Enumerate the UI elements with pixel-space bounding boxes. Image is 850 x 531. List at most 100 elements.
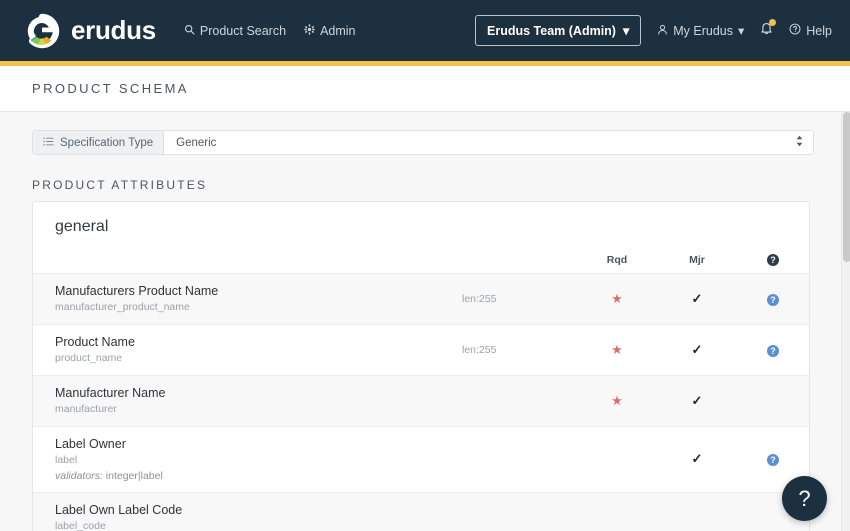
- attribute-info-cell: ?: [737, 324, 809, 375]
- attribute-label: Label Owner: [55, 436, 126, 451]
- attribute-label: Product Name: [55, 334, 135, 349]
- column-header-info: ?: [737, 248, 809, 274]
- attribute-major-cell: [657, 493, 737, 531]
- attribute-name-cell: Manufacturer Name manufacturer: [33, 375, 462, 426]
- attribute-required-cell: ★: [577, 274, 657, 325]
- column-header-mjr: Mjr: [657, 248, 737, 274]
- page-root: erudus Product Search Admin Erudus Team …: [0, 0, 850, 531]
- floating-help-button[interactable]: ?: [782, 476, 827, 521]
- check-icon: ✓: [691, 392, 703, 408]
- erudus-circle-logo-icon: [24, 13, 60, 49]
- nav-product-search-label: Product Search: [199, 23, 287, 38]
- validators-value: integer|label: [102, 469, 163, 482]
- attributes-table: Rqd Mjr ? Manufacturers Product Name manu…: [33, 248, 809, 531]
- team-switcher-label: Erudus Team (Admin): [487, 23, 616, 38]
- my-erudus-menu[interactable]: My Erudus ▾: [657, 23, 744, 38]
- table-row[interactable]: Manufacturers Product Name manufacturer_p…: [33, 273, 809, 325]
- chevron-down-icon: ▾: [622, 24, 630, 38]
- page-title-band: PRODUCT SCHEMA: [0, 66, 850, 112]
- attributes-table-body: Manufacturers Product Name manufacturer_p…: [33, 273, 809, 531]
- star-icon: ★: [611, 290, 623, 306]
- attribute-major-cell: ✓: [657, 274, 737, 325]
- help-menu[interactable]: Help: [789, 23, 832, 38]
- question-circle-icon[interactable]: ?: [767, 454, 779, 467]
- attribute-name-cell: Label Own Label Code label_code: [33, 493, 462, 531]
- attribute-length: [462, 426, 577, 493]
- attributes-table-head: Rqd Mjr ?: [33, 248, 809, 274]
- user-icon: [657, 24, 668, 38]
- check-icon: ✓: [691, 341, 703, 357]
- attribute-length: [462, 493, 577, 531]
- nav-right-group: Erudus Team (Admin) ▾ My Erudus ▾ Help: [475, 15, 832, 46]
- specification-type-label: Specification Type: [60, 136, 154, 149]
- gear-icon: [304, 23, 315, 38]
- table-row[interactable]: Label Owner label validators: integer|labe…: [33, 426, 809, 493]
- attribute-label: Manufacturers Product Name: [55, 284, 219, 298]
- attribute-name-cell: Product Name product_name: [33, 324, 462, 375]
- attribute-required-cell: [577, 493, 657, 531]
- attribute-info-cell: ?: [737, 274, 809, 325]
- specification-type-value: Generic: [176, 136, 217, 149]
- top-navigation-bar: erudus Product Search Admin Erudus Team …: [0, 0, 850, 61]
- attribute-length: len:255: [462, 343, 497, 356]
- specification-type-select[interactable]: Generic: [164, 131, 813, 154]
- main-content: Specification Type Generic PRODUCT ATTRI…: [0, 130, 850, 531]
- question-circle-icon[interactable]: ?: [767, 293, 779, 306]
- page-scrollbar[interactable]: [841, 112, 850, 531]
- attribute-name-cell: Label Owner label validators: integer|labe…: [33, 426, 462, 493]
- question-circle-icon: [789, 23, 801, 38]
- brand-name: erudus: [71, 15, 156, 45]
- product-attributes-card: general Rqd Mjr ? Manufacturers Product …: [32, 201, 810, 531]
- table-row[interactable]: Product Name product_name len:255 ★ ✓?: [33, 324, 809, 376]
- nav-product-search[interactable]: Product Search: [184, 24, 286, 38]
- question-circle-icon[interactable]: ?: [767, 344, 779, 357]
- section-label-product-attributes: PRODUCT ATTRIBUTES: [32, 178, 208, 192]
- attribute-info-cell: [737, 375, 809, 426]
- column-header-len: [462, 248, 577, 274]
- attribute-key: label: [55, 453, 78, 466]
- card-title: general: [55, 218, 109, 235]
- chevron-down-icon: ▾: [738, 24, 745, 38]
- attribute-key: manufacturer_product_name: [55, 301, 190, 314]
- star-icon: ★: [611, 341, 623, 357]
- attribute-length: [462, 375, 577, 426]
- list-icon: [43, 136, 54, 150]
- table-row[interactable]: Manufacturer Name manufacturer ★ ✓: [33, 375, 809, 427]
- attribute-label: Label Own Label Code: [55, 503, 183, 518]
- attribute-name-cell: Manufacturers Product Name manufacturer_p…: [33, 274, 462, 325]
- select-updown-chevron-icon: [795, 134, 804, 151]
- column-header-name: [33, 248, 462, 274]
- check-icon: ✓: [691, 451, 703, 467]
- star-icon: ★: [611, 392, 623, 408]
- search-icon: [184, 24, 195, 38]
- attribute-required-cell: ★: [577, 375, 657, 426]
- nav-admin-label: Admin: [320, 23, 356, 38]
- team-switcher-button[interactable]: Erudus Team (Admin) ▾: [475, 15, 642, 46]
- question-circle-icon[interactable]: ?: [767, 254, 779, 266]
- attribute-length: len:255: [462, 292, 497, 305]
- primary-nav: Product Search Admin: [184, 24, 356, 38]
- question-mark-icon: ?: [798, 485, 811, 511]
- attribute-major-cell: ✓: [657, 324, 737, 375]
- attribute-key: label_code: [55, 520, 106, 531]
- page-scrollbar-thumb[interactable]: [843, 112, 850, 262]
- specification-type-label-group: Specification Type: [33, 131, 165, 154]
- attribute-required-cell: [577, 426, 657, 493]
- notifications-button[interactable]: [760, 19, 777, 40]
- table-row[interactable]: Label Own Label Code label_code: [33, 492, 809, 531]
- my-erudus-label: My Erudus: [673, 23, 733, 38]
- page-title: PRODUCT SCHEMA: [32, 81, 189, 96]
- check-icon: ✓: [691, 290, 703, 306]
- attribute-key: manufacturer: [55, 402, 117, 415]
- table-header-row: Rqd Mjr ?: [33, 248, 809, 274]
- nav-admin[interactable]: Admin: [304, 23, 356, 38]
- attribute-required-cell: ★: [577, 324, 657, 375]
- brand-logo[interactable]: erudus: [24, 13, 156, 49]
- validators-prefix: validators:: [55, 469, 103, 482]
- attribute-key: product_name: [55, 352, 123, 364]
- attribute-label: Manufacturer Name: [55, 385, 166, 400]
- attribute-major-cell: ✓: [657, 375, 737, 426]
- column-header-rqd: Rqd: [577, 248, 657, 274]
- help-label: Help: [806, 23, 832, 38]
- specification-type-control: Specification Type Generic: [32, 130, 814, 155]
